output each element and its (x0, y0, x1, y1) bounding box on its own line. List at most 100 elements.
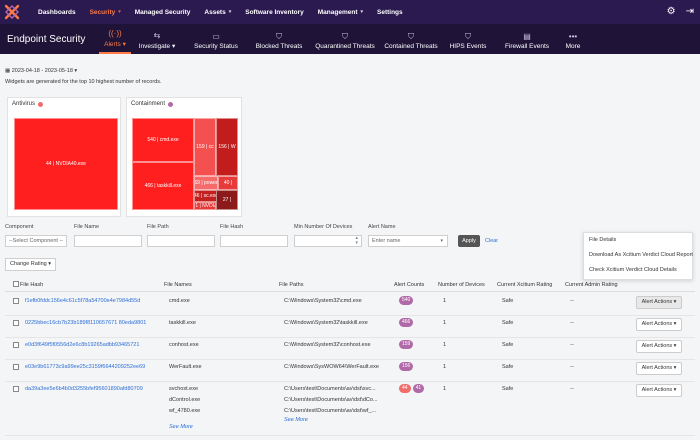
top-navigation: Dashboards Security ▾ Managed Security Asset… (0, 0, 700, 24)
file-hash-link[interactable]: e03e9b61773c9a99ee25c3159f6644209252ee69 (25, 364, 145, 370)
change-rating-button[interactable]: Change Rating ▾ (5, 258, 56, 271)
treemap-tile[interactable]: 44 | NVDIA40.exe (14, 118, 118, 210)
treemap-tile[interactable]: 159 | cc (194, 118, 216, 176)
nav-item-security[interactable]: Security ▾ (90, 9, 121, 16)
chevron-down-icon: ▾ (360, 9, 363, 15)
tab-contained-threats[interactable]: ⛉ Contained Threats (381, 24, 441, 54)
nav-item-dashboards[interactable]: Dashboards (38, 9, 76, 16)
admin-rating: -- (570, 364, 574, 370)
alert-count-badge[interactable]: 540 (399, 296, 414, 305)
alert-name-select[interactable]: Enter name ▾ (368, 235, 448, 247)
treemap-tile[interactable]: 156 | W (216, 118, 238, 176)
alert-actions-button[interactable]: Alert Actions ▾ (636, 340, 682, 353)
column-header[interactable]: File Hash (20, 282, 43, 288)
column-header[interactable]: Number of Devices (438, 282, 485, 288)
firewall-icon: ▤ (523, 32, 531, 41)
menu-item-file-details[interactable]: File Details (584, 233, 692, 248)
tab-quarantined-threats[interactable]: ⛉ Quarantined Threats (309, 24, 381, 54)
xcitium-logo-icon[interactable] (0, 0, 24, 24)
row-checkbox[interactable] (13, 320, 19, 326)
file-path-input[interactable] (147, 235, 215, 247)
alert-count-badge[interactable]: 41 (412, 384, 425, 393)
file-path: C:\Windows\System32\cmd.exe (284, 298, 362, 304)
column-header[interactable]: File Paths (279, 282, 303, 288)
gear-icon[interactable]: ⚙ (667, 6, 676, 18)
alert-actions-button[interactable]: Alert Actions ▾ (636, 384, 682, 397)
tab-hips-events[interactable]: ⛉ HIPS Events (441, 24, 495, 54)
row-checkbox[interactable] (13, 364, 19, 370)
treemap-tile[interactable]: 40 | (218, 176, 238, 190)
nav-item-software-inventory[interactable]: Software Inventory (245, 9, 304, 16)
file-name-input[interactable] (74, 235, 142, 247)
row-checkbox[interactable] (13, 386, 19, 392)
treemap-tile[interactable]: 69 | power (194, 176, 218, 190)
column-header[interactable]: Current Xcitium Rating (497, 282, 552, 288)
column-header[interactable]: Current Admin Rating (565, 282, 618, 288)
alert-count-badge[interactable]: 466 (399, 318, 414, 327)
column-header[interactable]: Alert Counts (394, 282, 424, 288)
xcitium-rating: Safe (502, 320, 514, 326)
logout-icon[interactable]: ⇥ (686, 6, 694, 18)
date-range-picker[interactable]: ▦ 2023-04-18 - 2023-05-18 ▾ (5, 68, 77, 74)
xcitium-rating: Safe (502, 298, 514, 304)
tab-blocked-threats[interactable]: ⛉ Blocked Threats (249, 24, 309, 54)
alert-counts: 44 41 (399, 384, 426, 393)
blocked-icon: ⛉ (276, 32, 282, 41)
treemap-tile[interactable]: 46 | sc.exe (194, 190, 218, 202)
stepper-arrows-icon[interactable]: ▴ ▾ (355, 236, 358, 246)
table-row: da39a3ee5e6b4b0d3255bfef95601890afd80709… (5, 382, 695, 436)
tab-firewall-events[interactable]: ▤ Firewall Events (495, 24, 559, 54)
alert-actions-button[interactable]: Alert Actions ▾ (636, 318, 682, 331)
alert-count-badge[interactable]: 156 (399, 362, 414, 371)
file-hash-label: File Hash (220, 224, 244, 230)
nav-item-assets[interactable]: Assets ▾ (204, 9, 231, 16)
file-hash-link[interactable]: 0225bbec16cb7b23b189f8110657671 80eda980… (25, 320, 146, 326)
nav-item-management[interactable]: Management ▾ (318, 9, 363, 16)
tab-investigate[interactable]: ⇆ Investigate ▾ (131, 24, 183, 54)
file-hash-link[interactable]: e0d3f649f5f0556d2e6c8b19265adbb93465721 (25, 342, 139, 348)
row-checkbox[interactable] (13, 298, 19, 304)
admin-rating: -- (570, 298, 574, 304)
see-more-link[interactable]: See More (284, 417, 308, 423)
file-path: C:\Users\test\Documents\av\dst\svc... (284, 386, 376, 392)
tab-more[interactable]: ••• More (559, 24, 587, 54)
apply-button[interactable]: Apply (458, 235, 480, 247)
file-name: svchost.exe (169, 386, 199, 392)
nav-item-managed-security[interactable]: Managed Security (135, 9, 191, 16)
file-path: C:\Users\test\Documents\av\dst\wf_... (284, 408, 377, 414)
file-hash-link[interactable]: f1efb0fddc156e4c61c5f78a54700e4e7984d55d (25, 298, 140, 304)
file-hash-link[interactable]: da39a3ee5e6b4b0d3255bfef95601890afd80709 (25, 386, 143, 392)
column-header[interactable]: File Names (164, 282, 192, 288)
treemap-tile[interactable]: 540 | cmd.exe (132, 118, 194, 162)
row-checkbox[interactable] (13, 342, 19, 348)
nav-item-settings[interactable]: Settings (377, 9, 403, 16)
xcitium-rating: Safe (502, 364, 514, 370)
menu-item-check-verdict[interactable]: Check Xcitium Verdict Cloud Details (584, 263, 692, 278)
tab-alerts[interactable]: ((·)) Alerts ▾ (99, 24, 131, 54)
antivirus-widget: Antivirus 44 | NVDIA40.exe (7, 97, 121, 217)
treemap-tile[interactable]: 41 | NVDIA (194, 202, 216, 210)
file-path: C:\Windows\System32\conhost.exe (284, 342, 371, 348)
alert-count-badge[interactable]: 44 (399, 384, 411, 393)
quarantine-icon: ⛉ (342, 32, 348, 41)
alert-count-badge[interactable]: 159 (399, 340, 414, 349)
alert-actions-button[interactable]: Alert Actions ▾ (636, 296, 682, 309)
see-more-link[interactable]: See More (169, 424, 193, 430)
min-devices-label: Min Number Of Devices (294, 224, 353, 230)
clear-link[interactable]: Clear (485, 238, 498, 244)
widgets-note: Widgets are generated for the top 10 hig… (5, 79, 162, 85)
more-icon: ••• (568, 32, 578, 41)
select-all-checkbox[interactable] (13, 281, 19, 287)
file-hash-input[interactable] (220, 235, 288, 247)
main-content: ▦ 2023-04-18 - 2023-05-18 ▾ Widgets are … (0, 54, 700, 440)
menu-item-download-report[interactable]: Download As Xcitium Verdict Cloud Report (584, 248, 693, 263)
containment-legend-dot (168, 101, 174, 107)
treemap-tile[interactable]: 466 | taskkill.exe (132, 162, 194, 210)
min-devices-stepper[interactable]: ▴ ▾ (294, 235, 362, 247)
component-select[interactable]: --Select Component -- (5, 235, 67, 247)
alert-actions-button[interactable]: Alert Actions ▾ (636, 362, 682, 375)
chevron-down-icon: ▾ (74, 68, 78, 74)
file-name: dControl.exe (169, 397, 201, 403)
tab-security-status[interactable]: ▭ Security Status (183, 24, 249, 54)
treemap-tile[interactable]: 27 | (216, 190, 238, 210)
